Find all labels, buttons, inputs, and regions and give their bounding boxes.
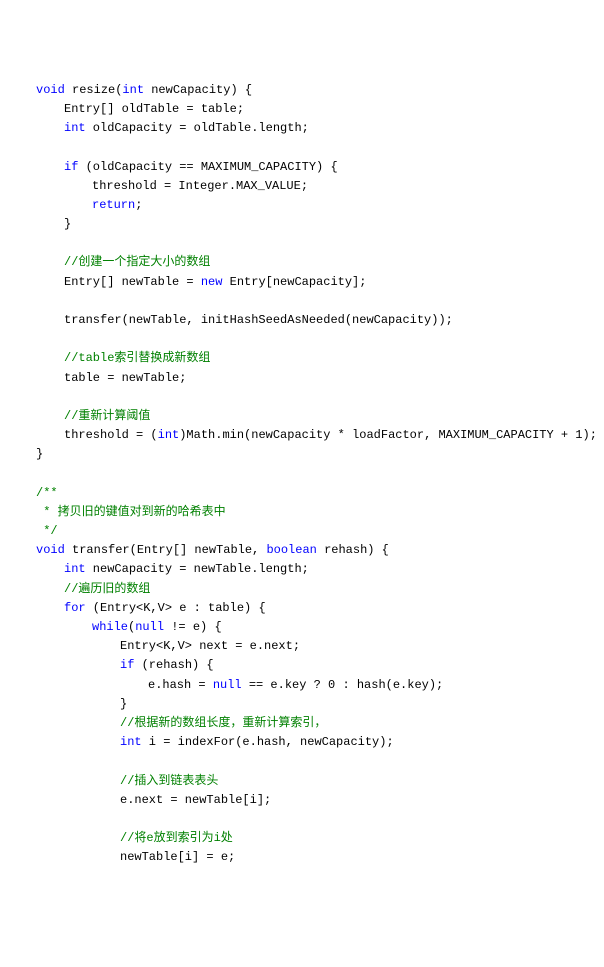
code-line: }: [8, 215, 596, 234]
code-line: threshold = Integer.MAX_VALUE;: [8, 177, 596, 196]
code-line: //重新计算阈值: [8, 407, 596, 426]
code-token: if: [120, 658, 134, 672]
code-token: }: [36, 447, 43, 461]
code-token: //遍历旧的数组: [64, 582, 150, 596]
code-line: Entry[] oldTable = table;: [8, 100, 596, 119]
code-token: Entry<K,V> next = e.next;: [120, 639, 300, 653]
code-line: void resize(int newCapacity) {: [8, 81, 596, 100]
code-token: for: [64, 601, 86, 615]
code-token: e.next = newTable[i];: [120, 793, 271, 807]
code-token: oldCapacity = oldTable.length;: [86, 121, 309, 135]
code-token: }: [64, 217, 71, 231]
code-line: void transfer(Entry[] newTable, boolean …: [8, 541, 596, 560]
code-line: int i = indexFor(e.hash, newCapacity);: [8, 733, 596, 752]
code-line: if (oldCapacity == MAXIMUM_CAPACITY) {: [8, 158, 596, 177]
code-token: rehash) {: [317, 543, 389, 557]
code-token: )Math.min(newCapacity * loadFactor, MAXI…: [179, 428, 597, 442]
code-line: transfer(newTable, initHashSeedAsNeeded(…: [8, 311, 596, 330]
code-line: if (rehash) {: [8, 656, 596, 675]
code-token: newCapacity) {: [144, 83, 252, 97]
code-token: Entry[] oldTable = table;: [64, 102, 244, 116]
code-line: [8, 138, 596, 157]
code-token: }: [120, 697, 127, 711]
code-token: transfer(newTable, initHashSeedAsNeeded(…: [64, 313, 453, 327]
code-token: Entry[newCapacity];: [222, 275, 366, 289]
code-token: transfer(Entry[] newTable,: [65, 543, 267, 557]
code-token: != e) {: [164, 620, 222, 634]
code-token: table = newTable;: [64, 371, 186, 385]
code-token: resize(: [65, 83, 123, 97]
code-line: }: [8, 445, 596, 464]
code-token: == e.key ? 0 : hash(e.key);: [242, 678, 444, 692]
code-line: int newCapacity = newTable.length;: [8, 560, 596, 579]
code-line: //遍历旧的数组: [8, 580, 596, 599]
code-token: int: [122, 83, 144, 97]
code-token: //重新计算阈值: [64, 409, 150, 423]
code-line: [8, 330, 596, 349]
code-token: i = indexFor(e.hash, newCapacity);: [142, 735, 394, 749]
code-token: */: [36, 524, 58, 538]
code-token: if: [64, 160, 78, 174]
code-token: while: [92, 620, 128, 634]
code-token: //将e放到索引为i处: [120, 831, 233, 845]
code-token: threshold = (: [64, 428, 158, 442]
code-token: Entry[] newTable =: [64, 275, 201, 289]
code-line: //根据新的数组长度，重新计算索引，: [8, 714, 596, 733]
code-token: boolean: [266, 543, 316, 557]
code-token: newTable[i] = e;: [120, 850, 235, 864]
code-line: e.hash = null == e.key ? 0 : hash(e.key)…: [8, 676, 596, 695]
code-line: while(null != e) {: [8, 618, 596, 637]
code-token: void: [36, 543, 65, 557]
code-line: //创建一个指定大小的数组: [8, 253, 596, 272]
code-line: [8, 388, 596, 407]
code-token: null: [213, 678, 242, 692]
code-block: void resize(int newCapacity) {Entry[] ol…: [8, 81, 596, 868]
code-line: * 拷贝旧的键值对到新的哈希表中: [8, 503, 596, 522]
code-token: ;: [135, 198, 142, 212]
code-token: newCapacity = newTable.length;: [86, 562, 309, 576]
code-token: new: [201, 275, 223, 289]
code-token: int: [158, 428, 180, 442]
code-line: [8, 292, 596, 311]
code-token: (oldCapacity == MAXIMUM_CAPACITY) {: [78, 160, 337, 174]
code-line: [8, 810, 596, 829]
code-line: newTable[i] = e;: [8, 848, 596, 867]
code-line: /**: [8, 484, 596, 503]
code-line: Entry<K,V> next = e.next;: [8, 637, 596, 656]
code-token: void: [36, 83, 65, 97]
code-token: threshold = Integer.MAX_VALUE;: [92, 179, 308, 193]
code-line: //将e放到索引为i处: [8, 829, 596, 848]
code-token: //创建一个指定大小的数组: [64, 255, 210, 269]
code-token: (rehash) {: [134, 658, 213, 672]
code-line: Entry[] newTable = new Entry[newCapacity…: [8, 273, 596, 292]
code-token: int: [64, 121, 86, 135]
code-line: }: [8, 695, 596, 714]
code-line: */: [8, 522, 596, 541]
code-token: int: [120, 735, 142, 749]
code-token: //插入到链表表头: [120, 774, 218, 788]
code-token: //根据新的数组长度，重新计算索引，: [120, 716, 326, 730]
code-line: return;: [8, 196, 596, 215]
code-line: //table索引替换成新数组: [8, 349, 596, 368]
code-line: for (Entry<K,V> e : table) {: [8, 599, 596, 618]
code-token: return: [92, 198, 135, 212]
code-token: //table索引替换成新数组: [64, 351, 210, 365]
code-line: //插入到链表表头: [8, 772, 596, 791]
code-token: (Entry<K,V> e : table) {: [86, 601, 266, 615]
code-token: null: [135, 620, 164, 634]
code-token: e.hash =: [148, 678, 213, 692]
code-line: [8, 752, 596, 771]
code-line: threshold = (int)Math.min(newCapacity * …: [8, 426, 596, 445]
code-line: e.next = newTable[i];: [8, 791, 596, 810]
code-token: /**: [36, 486, 58, 500]
code-line: [8, 234, 596, 253]
code-token: * 拷贝旧的键值对到新的哈希表中: [36, 505, 226, 519]
code-line: [8, 465, 596, 484]
code-line: int oldCapacity = oldTable.length;: [8, 119, 596, 138]
code-token: int: [64, 562, 86, 576]
code-line: table = newTable;: [8, 369, 596, 388]
